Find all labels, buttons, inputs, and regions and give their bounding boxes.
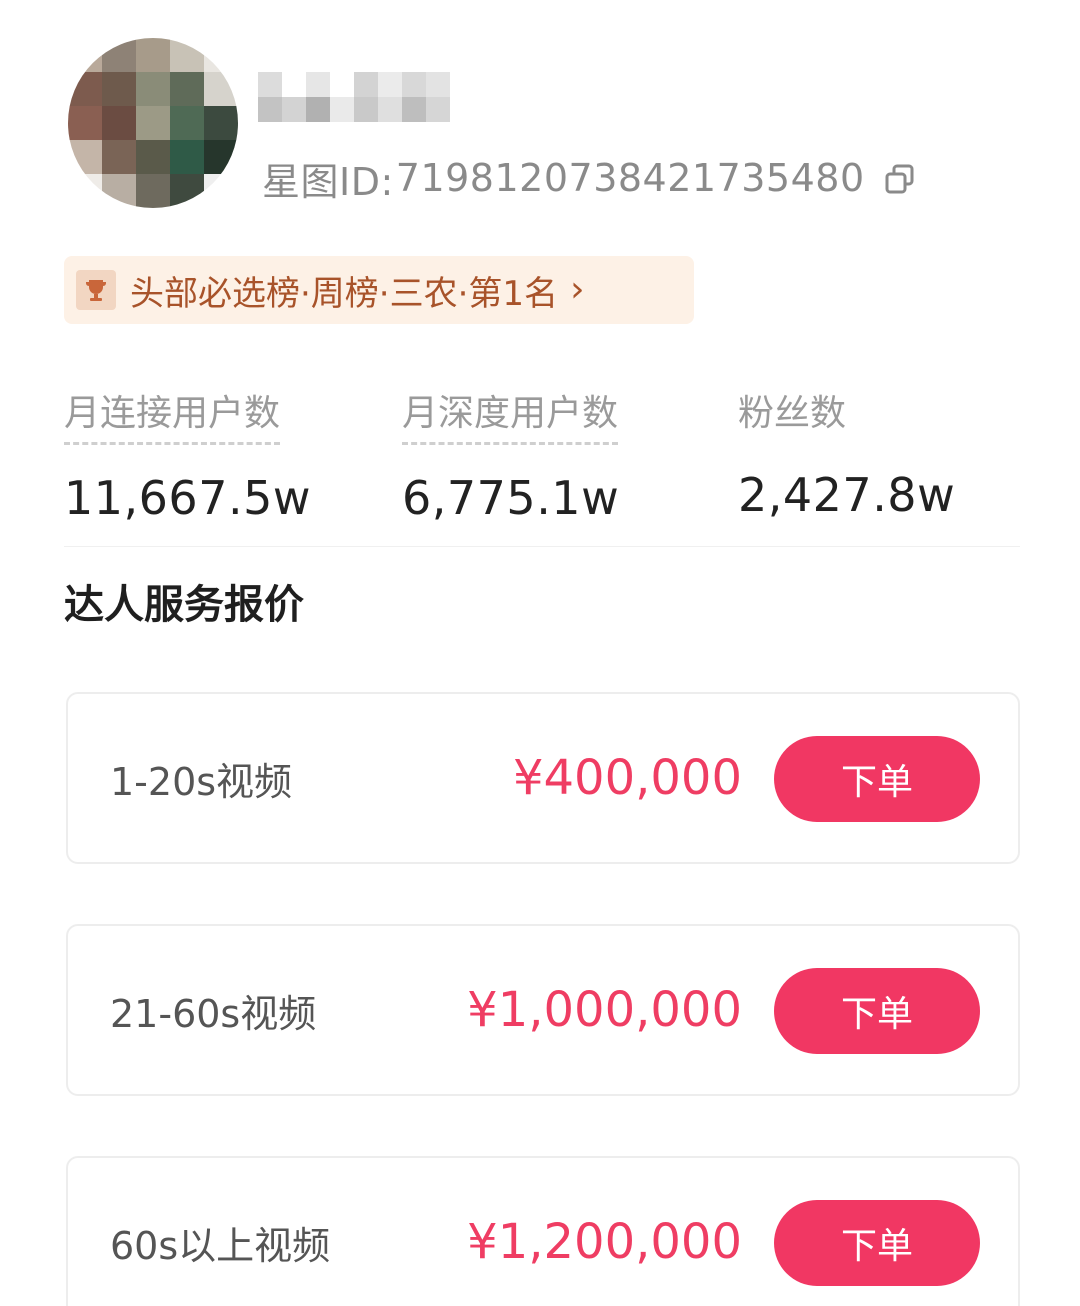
price-card-label: 1-20s视频 [110,759,293,804]
price-card-price: ¥400,000 [512,750,742,806]
price-card-price: ¥1,200,000 [467,1214,742,1270]
stat-monthly-connected-users: 月连接用户数 11,667.5w [64,384,311,525]
star-id: 星图ID: 7198120738421735480 [262,150,917,206]
price-card-label: 21-60s视频 [110,991,317,1036]
stat-label[interactable]: 月连接用户数 [64,384,281,445]
price-card: 1-20s视频 ¥400,000 下单 [66,692,1020,864]
section-title-pricing: 达人服务报价 [64,582,304,628]
avatar [68,38,238,208]
order-button[interactable]: 下单 [774,736,980,822]
order-button[interactable]: 下单 [774,1200,980,1286]
rank-badge[interactable]: 头部必选榜·周榜·三农·第1名 › [64,256,694,324]
star-id-value: 7198120738421735480 [395,156,865,200]
price-card: 21-60s视频 ¥1,000,000 下单 [66,924,1020,1096]
stat-label: 粉丝数 [738,393,847,434]
stat-followers: 粉丝数 2,427.8w [738,384,955,522]
price-card: 60s以上视频 ¥1,200,000 下单 [66,1156,1020,1306]
stat-label[interactable]: 月深度用户数 [402,384,619,445]
divider [64,546,1020,547]
stat-value: 2,427.8w [738,468,956,522]
rank-badge-text: 头部必选榜·周榜·三农·第1名 [130,273,559,314]
order-button[interactable]: 下单 [774,968,980,1054]
stat-monthly-deep-users: 月深度用户数 6,775.1w [402,384,619,525]
price-card-price: ¥1,000,000 [467,982,742,1038]
chevron-right-icon: › [570,269,585,310]
copy-icon[interactable] [883,161,917,195]
star-id-label: 星图ID: [262,159,394,204]
price-card-label: 60s以上视频 [110,1223,331,1268]
stat-value: 11,667.5w [64,471,311,525]
trophy-icon [76,270,116,310]
stat-value: 6,775.1w [402,471,620,525]
creator-name-obscured [258,72,450,122]
